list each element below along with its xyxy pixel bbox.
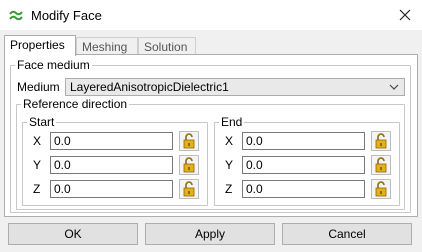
reference-direction-legend: Reference direction [21, 97, 130, 111]
end-group: End X 0.0 Y 0.0 Z 0.0 [214, 115, 400, 206]
end-x-input[interactable]: 0.0 [242, 132, 365, 150]
end-y-lock-button[interactable] [371, 155, 391, 175]
medium-value: LayeredAnisotropicDielectric1 [70, 80, 229, 94]
lock-icon [183, 157, 195, 173]
tab-meshing[interactable]: Meshing [76, 37, 138, 55]
start-group: Start X 0.0 Y 0.0 Z 0.0 [22, 115, 208, 206]
end-z-input[interactable]: 0.0 [242, 180, 365, 198]
start-x-lock-button[interactable] [179, 131, 199, 151]
cancel-button[interactable]: Cancel [282, 223, 412, 245]
start-z-label: Z [33, 182, 41, 196]
close-button[interactable] [394, 4, 416, 26]
ok-button[interactable]: OK [8, 223, 138, 245]
end-z-label: Z [225, 182, 233, 196]
start-y-label: Y [33, 158, 42, 172]
lock-icon [183, 181, 195, 197]
app-logo-icon [8, 7, 24, 23]
start-x-label: X [33, 134, 42, 148]
start-z-lock-button[interactable] [179, 179, 199, 199]
start-z-input[interactable]: 0.0 [50, 180, 173, 198]
properties-panel: Face medium Medium LayeredAnisotropicDie… [4, 54, 418, 217]
lock-icon [375, 157, 387, 173]
lock-icon [375, 181, 387, 197]
start-y-input[interactable]: 0.0 [50, 156, 173, 174]
tab-properties[interactable]: Properties [4, 35, 76, 56]
end-legend: End [219, 115, 245, 129]
tab-solution[interactable]: Solution [138, 37, 196, 55]
start-y-lock-button[interactable] [179, 155, 199, 175]
face-medium-group: Face medium Medium LayeredAnisotropicDie… [10, 58, 411, 213]
lock-icon [183, 133, 195, 149]
end-y-input[interactable]: 0.0 [242, 156, 365, 174]
title-bar: Modify Face [0, 0, 422, 30]
end-x-lock-button[interactable] [371, 131, 391, 151]
apply-button[interactable]: Apply [145, 223, 275, 245]
chevron-down-icon [389, 84, 399, 90]
end-y-label: Y [225, 158, 234, 172]
end-z-lock-button[interactable] [371, 179, 391, 199]
close-icon [399, 9, 411, 21]
face-medium-legend: Face medium [15, 58, 92, 72]
start-x-input[interactable]: 0.0 [50, 132, 173, 150]
window-title: Modify Face [31, 8, 102, 23]
end-x-label: X [225, 134, 234, 148]
reference-direction-group: Reference direction Start X 0.0 Y 0.0 Z … [16, 97, 405, 210]
medium-select[interactable]: LayeredAnisotropicDielectric1 [65, 78, 405, 96]
lock-icon [375, 133, 387, 149]
medium-label: Medium [17, 80, 60, 94]
start-legend: Start [27, 115, 57, 129]
